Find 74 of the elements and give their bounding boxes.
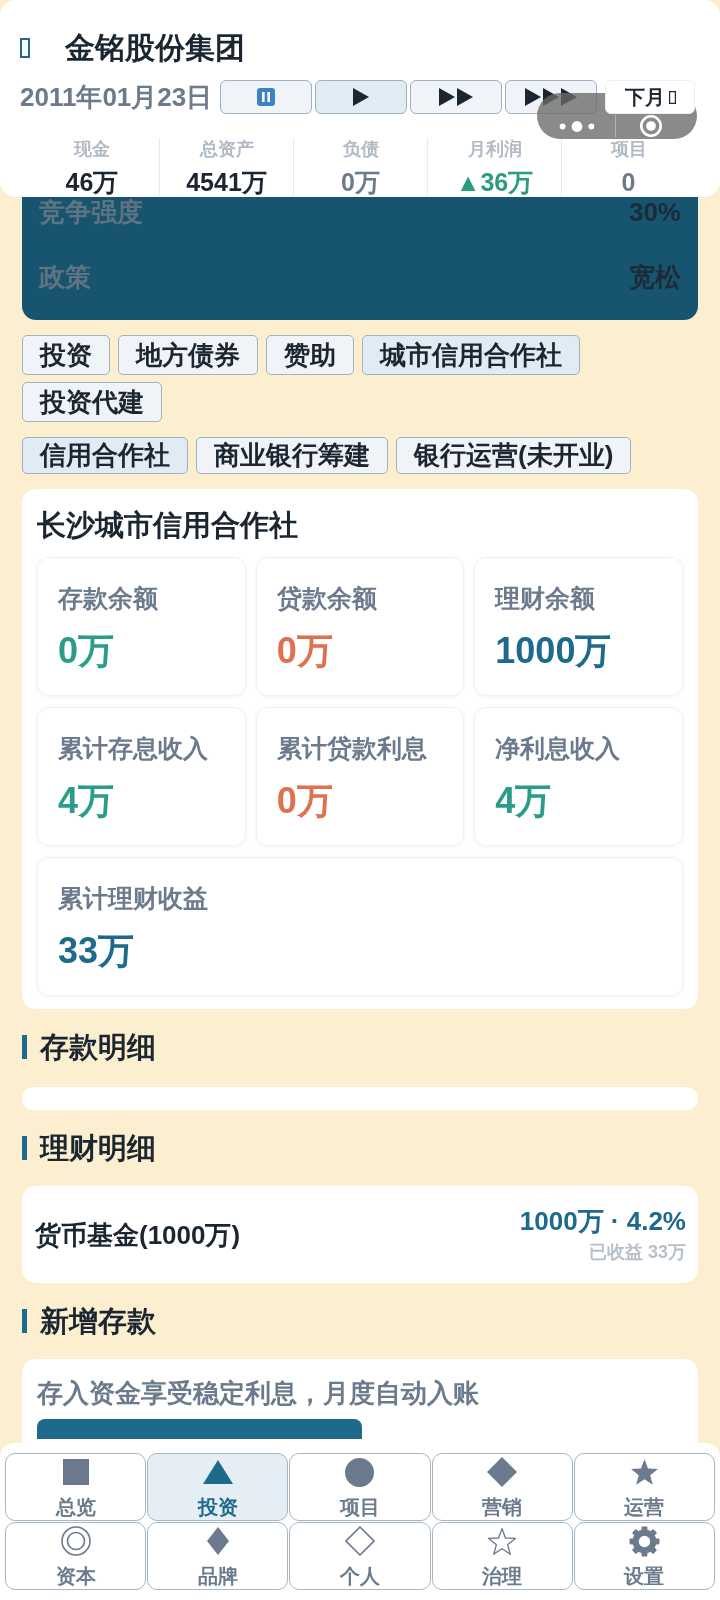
subcategory-tab[interactable]: 商业银行筹建: [196, 437, 388, 474]
subcategory-tab[interactable]: 银行运营(未开业): [396, 437, 632, 474]
circle-icon: [345, 1457, 375, 1487]
game-date: 2011年01月23日: [20, 81, 213, 114]
market-label: 竞争强度: [39, 197, 143, 227]
category-tab[interactable]: 赞助: [266, 335, 354, 375]
category-tab[interactable]: 投资代建: [22, 382, 162, 422]
pause-icon: [257, 88, 276, 106]
section-heading: 新增存款: [22, 1303, 156, 1339]
fund-earned: 已收益 33万: [588, 1240, 686, 1264]
nav-tab[interactable]: 资本: [5, 1522, 147, 1590]
outline-diamond-icon: [345, 1526, 375, 1556]
stat-value: 0: [621, 168, 636, 196]
market-label: 政策: [39, 262, 91, 292]
metric-value: 4万: [58, 779, 116, 823]
company-title: 金铭股份集团: [65, 30, 245, 66]
stat-label: 总资产: [199, 138, 254, 160]
stat-label: 负债: [342, 138, 379, 160]
settings-icon: [628, 1525, 660, 1557]
metric-value: 1000万: [495, 629, 613, 673]
play-icon: [353, 88, 370, 106]
square-icon: [62, 1459, 89, 1485]
metric-label: 理财余额: [495, 583, 597, 614]
metric-label: 累计理财收益: [58, 883, 209, 914]
metric-label: 累计存息收入: [58, 733, 209, 764]
category-tab[interactable]: 地方债券: [118, 335, 258, 375]
nav-tab[interactable]: 品牌: [147, 1522, 289, 1590]
category-tab[interactable]: 城市信用合作社: [362, 335, 580, 375]
metric-value: 0万: [276, 779, 334, 823]
outline-star-icon: [488, 1527, 517, 1555]
stat-label: 项目: [610, 138, 647, 160]
nav-tab[interactable]: 营销: [431, 1453, 573, 1521]
nav-tab[interactable]: 治理: [431, 1522, 573, 1590]
metric-label: 贷款余额: [276, 583, 378, 614]
stat-label: 现金: [74, 138, 110, 160]
star-icon: [630, 1459, 658, 1485]
subcategory-tab[interactable]: 信用合作社: [22, 437, 188, 474]
nav-tab[interactable]: 个人: [289, 1522, 431, 1590]
triangle-icon: [202, 1460, 233, 1484]
metric-value: 33万: [58, 929, 136, 973]
diamond-icon: [487, 1457, 518, 1487]
stat-value: 0万: [341, 168, 380, 196]
metric-label: 累计贷款利息: [276, 733, 428, 764]
metric-label: 净利息收入: [495, 733, 622, 764]
fund-name: 货币基金(1000万): [35, 1218, 241, 1251]
category-tab[interactable]: 投资: [22, 335, 110, 375]
narrow-diamond-icon: [206, 1527, 229, 1555]
target-icon[interactable]: [640, 115, 662, 137]
stat-value: 46万: [65, 168, 119, 196]
nav-tab[interactable]: 投资: [147, 1453, 289, 1521]
section-heading: 理财明细: [22, 1130, 156, 1166]
metric-value: 4万: [495, 779, 553, 823]
deposit-note: 存入资金享受稳定利息，月度自动入账: [37, 1377, 480, 1410]
more-icon[interactable]: [559, 121, 595, 132]
speed-button[interactable]: [410, 80, 503, 114]
fund-row[interactable]: 货币基金(1000万) 1000万 · 4.2% 已收益 33万: [22, 1186, 698, 1283]
metric-value: 0万: [276, 629, 334, 673]
nav-tab[interactable]: 项目: [289, 1453, 431, 1521]
stat-value: 4541万: [186, 168, 267, 196]
metric-label: 存款余额: [58, 583, 159, 614]
stat-label: 月利润: [467, 138, 522, 160]
stat-value: ▲36万: [455, 168, 534, 196]
nav-tab[interactable]: 设置: [573, 1522, 715, 1590]
next-month-button[interactable]: 下月: [605, 80, 696, 114]
placeholder-glyph-icon: [668, 90, 676, 104]
metric-value: 0万: [58, 629, 116, 673]
fund-summary: 1000万 · 4.2%: [519, 1205, 686, 1236]
double-circle-icon: [60, 1526, 91, 1556]
nav-tab[interactable]: 总览: [5, 1453, 147, 1521]
placeholder-glyph-icon[interactable]: [20, 38, 30, 58]
card-title: 长沙城市信用合作社: [37, 508, 299, 542]
double-play-icon: [439, 88, 474, 106]
speed-button[interactable]: [315, 80, 408, 114]
nav-tab[interactable]: 运营: [573, 1453, 715, 1521]
